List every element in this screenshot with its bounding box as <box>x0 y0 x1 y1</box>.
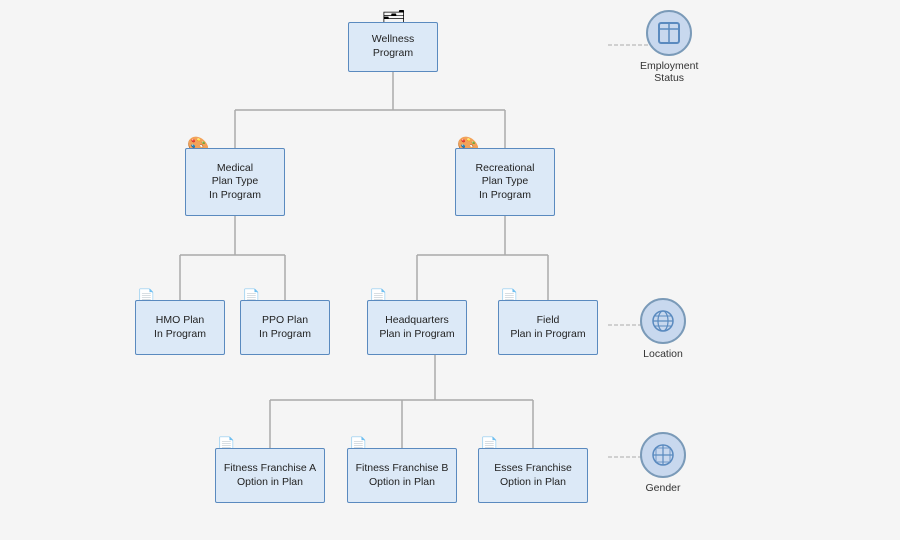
hmo-node[interactable]: HMO PlanIn Program <box>135 300 225 355</box>
recreational-node[interactable]: RecreationalPlan TypeIn Program <box>455 148 555 216</box>
medical-label: MedicalPlan TypeIn Program <box>209 162 261 203</box>
gender-label: Gender <box>645 482 680 494</box>
medical-node[interactable]: MedicalPlan TypeIn Program <box>185 148 285 216</box>
gender-icon <box>649 441 677 469</box>
fitness-a-label: Fitness Franchise AOption in Plan <box>224 462 316 489</box>
esses-label: Esses FranchiseOption in Plan <box>494 462 572 489</box>
hmo-label: HMO PlanIn Program <box>154 314 206 341</box>
field-node[interactable]: FieldPlan in Program <box>498 300 598 355</box>
ppo-node[interactable]: PPO PlanIn Program <box>240 300 330 355</box>
field-label: FieldPlan in Program <box>510 314 585 341</box>
wellness-node[interactable]: Wellness Program <box>348 22 438 72</box>
wellness-label: Wellness Program <box>353 33 433 60</box>
location-icon <box>649 307 677 335</box>
fitness-b-node[interactable]: Fitness Franchise BOption in Plan <box>347 448 457 503</box>
esses-node[interactable]: Esses FranchiseOption in Plan <box>478 448 588 503</box>
employment-status-legend: EmploymentStatus <box>640 10 698 84</box>
hq-label: HeadquartersPlan in Program <box>379 314 454 341</box>
diagram-container: 🗂 Wellness Program 🎨 MedicalPlan TypeIn … <box>0 0 900 540</box>
hq-node[interactable]: HeadquartersPlan in Program <box>367 300 467 355</box>
ppo-label: PPO PlanIn Program <box>259 314 311 341</box>
location-circle <box>640 298 686 344</box>
gender-legend: Gender <box>640 432 686 494</box>
gender-circle <box>640 432 686 478</box>
location-legend: Location <box>640 298 686 360</box>
recreational-label: RecreationalPlan TypeIn Program <box>476 162 535 203</box>
fitness-b-label: Fitness Franchise BOption in Plan <box>356 462 449 489</box>
employment-icon <box>655 19 683 47</box>
location-label: Location <box>643 348 683 360</box>
fitness-a-node[interactable]: Fitness Franchise AOption in Plan <box>215 448 325 503</box>
employment-circle <box>646 10 692 56</box>
employment-label: EmploymentStatus <box>640 60 698 84</box>
